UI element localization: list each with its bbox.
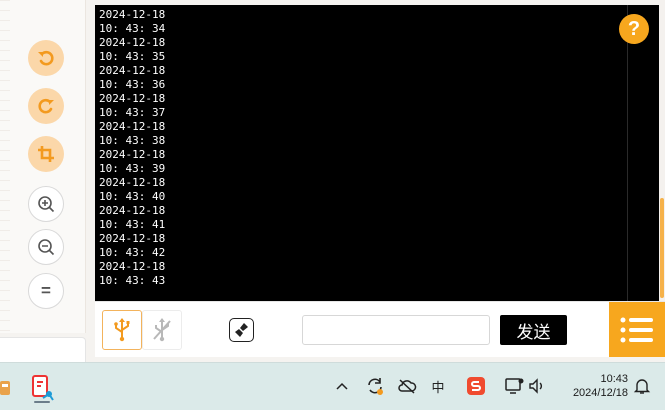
output-lines: 2024-12-18 10: 43: 34 2024-12-18 10: 43: 35…	[99, 8, 165, 288]
output-line: 2024-12-18	[99, 92, 166, 105]
sogou-input-icon[interactable]	[466, 376, 486, 396]
status-panel	[0, 337, 86, 362]
output-line: 10: 43: 35	[99, 50, 166, 63]
serial-tool-icon	[32, 375, 54, 403]
output-line: 2024-12-18	[99, 260, 166, 273]
output-line: 10: 43: 36	[99, 78, 166, 91]
output-line: 2024-12-18	[99, 8, 166, 21]
output-line: 2024-12-18	[99, 64, 166, 77]
usb-connect-button[interactable]	[102, 310, 142, 350]
ime-label: 中	[431, 379, 445, 395]
usb-off-icon	[153, 318, 171, 342]
output-line: 10: 43: 43	[99, 274, 166, 287]
output-line: 10: 43: 41	[99, 218, 166, 231]
clear-output-button[interactable]	[229, 318, 254, 342]
serial-output[interactable]: 2024-12-18 10: 43: 34 2024-12-18 10: 43: 35…	[95, 5, 659, 301]
clock-time: 10:43	[600, 373, 628, 385]
right-scrollbar-thumb[interactable]	[660, 198, 664, 298]
usb-icon	[114, 318, 130, 342]
output-line: 2024-12-18	[99, 120, 166, 133]
redo-icon	[38, 98, 54, 114]
crop-button[interactable]	[28, 136, 64, 172]
panel-grid-decoration	[0, 0, 10, 333]
zoom-out-button[interactable]	[28, 229, 64, 265]
output-line: 10: 43: 38	[99, 134, 166, 147]
usb-disconnect-button[interactable]	[142, 310, 182, 350]
zoom-in-icon	[38, 196, 55, 213]
clock-date: 2024/12/18	[572, 387, 628, 399]
output-line: 2024-12-18	[99, 204, 166, 217]
output-line: 10: 43: 42	[99, 246, 166, 259]
output-line: 2024-12-18	[99, 148, 166, 161]
active-app-icon[interactable]	[27, 372, 57, 406]
output-line: 10: 43: 39	[99, 162, 166, 175]
volume-icon[interactable]	[527, 377, 547, 395]
broom-icon	[234, 323, 248, 337]
fit-button[interactable]: =	[28, 273, 64, 309]
pinned-app-icon[interactable]	[0, 374, 12, 400]
menu-button[interactable]	[609, 302, 665, 357]
output-line: 2024-12-18	[99, 36, 166, 49]
undo-icon	[38, 50, 54, 66]
help-icon: ?	[627, 17, 641, 40]
output-line: 10: 43: 37	[99, 106, 166, 119]
display-icon[interactable]	[503, 376, 525, 396]
equals-icon: =	[41, 281, 51, 300]
output-line: 2024-12-18	[99, 232, 166, 245]
redo-button[interactable]	[28, 88, 64, 124]
undo-button[interactable]	[28, 40, 64, 76]
output-line: 10: 43: 40	[99, 190, 166, 203]
send-input[interactable]	[302, 315, 490, 345]
output-line: 10: 43: 34	[99, 22, 166, 35]
terminal-divider	[627, 5, 628, 301]
cloud-offline-icon[interactable]	[396, 376, 418, 396]
sync-icon[interactable]	[364, 375, 386, 397]
ime-icon[interactable]: 中	[429, 377, 447, 395]
help-button[interactable]: ?	[619, 14, 649, 44]
app-icon	[0, 381, 10, 395]
zoom-out-icon	[38, 239, 55, 256]
zoom-in-button[interactable]	[28, 186, 64, 222]
notification-bell-icon[interactable]	[632, 376, 652, 396]
output-line: 2024-12-18	[99, 176, 166, 189]
tray-overflow-chevron-icon[interactable]	[333, 377, 351, 395]
send-button[interactable]: 发送	[500, 315, 567, 345]
taskbar-clock[interactable]: 10:43 2024/12/18	[560, 372, 628, 400]
crop-icon	[38, 146, 54, 162]
menu-icon	[620, 317, 653, 342]
